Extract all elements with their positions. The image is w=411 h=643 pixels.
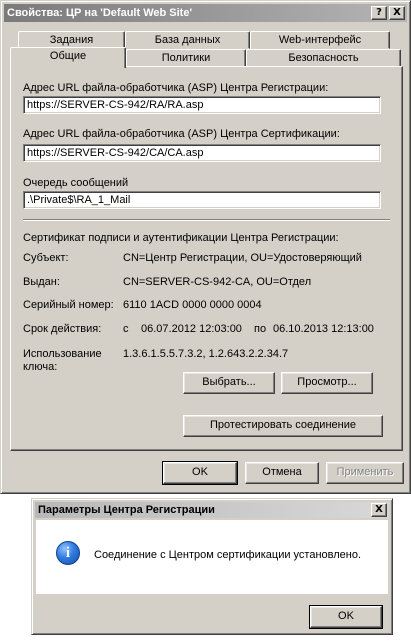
- validity-label: Срок действия:: [23, 323, 102, 335]
- dialog-ok-button[interactable]: OK: [309, 605, 383, 629]
- cert-heading: Сертификат подписи и аутентификации Цент…: [23, 232, 339, 244]
- close-button[interactable]: X: [389, 6, 405, 20]
- subject-value: CN=Центр Регистрации, OU=Удостоверяющий: [123, 252, 362, 264]
- queue-field[interactable]: .\Private$\RA_1_Mail: [23, 191, 381, 209]
- tab-policies[interactable]: Политики: [126, 49, 246, 67]
- general-tab-panel: Адрес URL файла-обработчика (ASP) Центра…: [10, 66, 403, 451]
- usage-value: 1.3.6.1.5.5.7.3.2, 1.2.643.2.2.34.7: [123, 348, 289, 360]
- dialog-close-button[interactable]: X: [371, 503, 387, 517]
- cancel-button[interactable]: Отмена: [245, 462, 319, 484]
- tab-database[interactable]: База данных: [125, 31, 250, 49]
- dialog-message: Соединение с Центром сертификации устано…: [94, 549, 362, 561]
- issuer-label: Выдан:: [23, 276, 60, 288]
- serial-value: 6110 1ACD 0000 0000 0004: [123, 299, 262, 311]
- select-button[interactable]: Выбрать...: [183, 372, 275, 394]
- usage-label-2: ключа:: [23, 361, 58, 373]
- apply-button[interactable]: Применить: [326, 462, 404, 484]
- serial-label: Серийный номер:: [23, 299, 114, 311]
- dialog-titlebar[interactable]: Параметры Центра Регистрации X: [35, 502, 389, 518]
- subject-label: Субъект:: [23, 252, 69, 264]
- validity-from: 06.07.2012 12:03:00: [141, 323, 242, 335]
- validity-to: 06.10.2013 12:13:00: [273, 323, 374, 335]
- ra-url-field[interactable]: https://SERVER-CS-942/RA/RA.asp: [23, 96, 381, 114]
- tab-general[interactable]: Общие: [10, 47, 126, 68]
- dialog-body: i Соединение с Центром сертификации уста…: [36, 520, 388, 594]
- properties-titlebar[interactable]: Свойства: ЦР на 'Default Web Site' ? X: [4, 4, 407, 22]
- tab-security[interactable]: Безопасность: [246, 49, 401, 67]
- queue-label: Очередь сообщений: [23, 177, 129, 189]
- ok-button[interactable]: OK: [162, 461, 238, 485]
- test-connection-button[interactable]: Протестировать соединение: [183, 415, 383, 437]
- ra-url-label: Адрес URL файла-обработчика (ASP) Центра…: [23, 82, 329, 94]
- separator: [23, 219, 390, 221]
- info-icon: i: [56, 541, 80, 565]
- dialog-title: Параметры Центра Регистрации: [38, 504, 215, 516]
- connection-dialog: Параметры Центра Регистрации X i Соедине…: [31, 498, 393, 635]
- validity-to-word: по: [254, 323, 267, 335]
- window-title: Свойства: ЦР на 'Default Web Site': [7, 7, 193, 19]
- view-button[interactable]: Просмотр...: [281, 372, 373, 394]
- properties-window: Свойства: ЦР на 'Default Web Site' ? X З…: [0, 0, 411, 494]
- usage-label: Использование: [23, 348, 102, 360]
- validity-from-word: с: [123, 323, 129, 335]
- issuer-value: CN=SERVER-CS-942-CA, OU=Отдел: [123, 276, 312, 288]
- help-button[interactable]: ?: [371, 6, 387, 20]
- tab-web-interface[interactable]: Web-интерфейс: [250, 31, 390, 49]
- ca-url-label: Адрес URL файла-обработчика (ASP) Центра…: [23, 128, 340, 140]
- ca-url-field[interactable]: https://SERVER-CS-942/CA/CA.asp: [23, 144, 381, 162]
